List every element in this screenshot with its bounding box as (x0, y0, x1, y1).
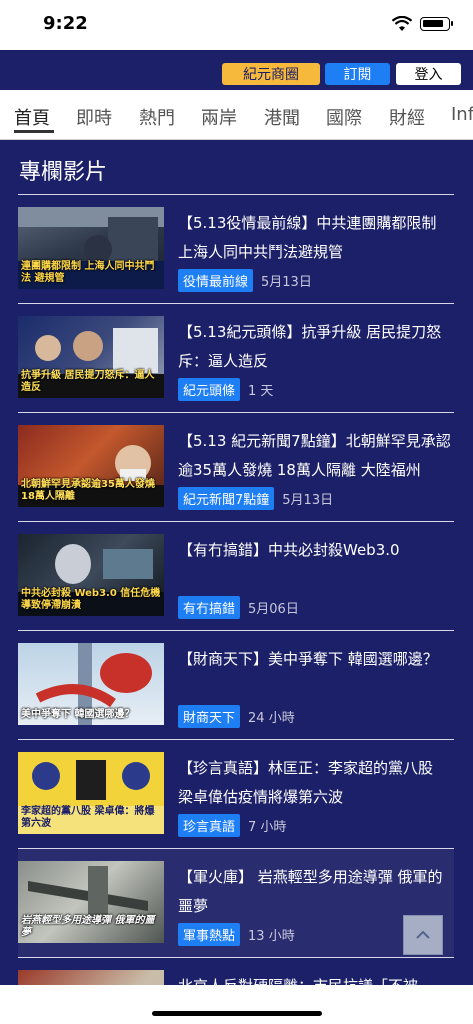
category-nav: 首頁 即時 熱門 兩岸 港聞 國際 財經 Inf (0, 90, 473, 140)
article-title[interactable]: 【5.13 紀元新聞7點鐘】北朝鮮罕見承認逾35萬人發燒 18萬人隔離 大陸福州 (178, 427, 454, 485)
login-button[interactable]: 登入 (396, 63, 461, 85)
article-meta: 珍言真語 7 小時 (178, 814, 286, 837)
thumbnail-caption: 北朝鮮罕見承認逾35萬人發燒 18萬人隔離 (21, 479, 155, 502)
video-column-section: 專欄影片 連團購都限制 上海人同中共鬥法 避規管 【5.13役情最前線】中共連團… (0, 140, 473, 985)
article-thumbnail[interactable]: 李家超的黨八股 梁卓偉：將爆第六波 (18, 752, 164, 834)
nav-tab-international[interactable]: 國際 (326, 104, 362, 130)
scroll-to-top-button[interactable] (403, 915, 443, 955)
article-card[interactable]: 北京人反對硬隔離：市民抗議「不被 (18, 958, 454, 985)
article-thumbnail[interactable]: 岩燕輕型多用途導彈 俄軍的噩夢 (18, 861, 164, 943)
article-meta: 紀元頭條 1 天 (178, 378, 273, 401)
article-date: 5月13日 (282, 493, 334, 508)
article-title[interactable]: 【有冇搞錯】中共必封殺Web3.0 (178, 536, 454, 565)
article-meta: 財商天下 24 小時 (178, 705, 295, 728)
thumbnail-caption: 連團購都限制 上海人同中共鬥法 避規管 (21, 261, 155, 284)
nav-tab-finance[interactable]: 財經 (389, 104, 425, 130)
article-meta: 紀元新聞7點鐘 5月13日 (178, 487, 333, 510)
article-card[interactable]: 李家超的黨八股 梁卓偉：將爆第六波 【珍言真語】林匡正：李家超的黨八股 梁卓偉估… (18, 740, 454, 849)
article-title[interactable]: 【珍言真語】林匡正：李家超的黨八股 梁卓偉估疫情將爆第六波 (178, 754, 454, 812)
article-date: 13 小時 (248, 929, 295, 944)
article-card[interactable]: 中共必封殺 Web3.0 信任危機導致停滯崩潰 【有冇搞錯】中共必封殺Web3.… (18, 522, 454, 631)
article-date: 5月06日 (248, 602, 299, 617)
article-meta: 軍事熱點 13 小時 (178, 923, 295, 946)
shop-button[interactable]: 紀元商圈 (222, 63, 320, 85)
thumbnail-caption: 李家超的黨八股 梁卓偉：將爆第六波 (21, 806, 155, 829)
article-meta: 役情最前線 5月13日 (178, 269, 312, 292)
article-thumbnail[interactable]: 美中爭奪下 韓國選哪邊？ (18, 643, 164, 725)
article-title[interactable]: 【財商天下】美中爭奪下 韓國選哪邊？ (178, 645, 454, 674)
article-date: 24 小時 (248, 711, 295, 726)
article-date: 7 小時 (248, 820, 287, 835)
article-thumbnail[interactable]: 北朝鮮罕見承認逾35萬人發燒 18萬人隔離 (18, 425, 164, 507)
article-tag[interactable]: 紀元新聞7點鐘 (178, 487, 275, 510)
nav-tab-home[interactable]: 首頁 (14, 104, 50, 130)
article-thumbnail[interactable]: 連團購都限制 上海人同中共鬥法 避規管 (18, 207, 164, 289)
thumbnail-caption: 岩燕輕型多用途導彈 俄軍的噩夢 (21, 915, 155, 938)
site-header: 紀元商圈 訂閱 登入 (0, 50, 473, 90)
article-card[interactable]: 抗爭升級 居民提刀怒斥：逼人造反 【5.13紀元頭條】抗爭升級 居民提刀怒斥：逼… (18, 304, 454, 413)
article-tag[interactable]: 軍事熱點 (178, 923, 241, 946)
nav-tab-hk-news[interactable]: 港聞 (264, 104, 300, 130)
thumbnail-caption: 中共必封殺 Web3.0 信任危機導致停滯崩潰 (21, 588, 161, 611)
article-title[interactable]: 北京人反對硬隔離：市民抗議「不被 (178, 972, 454, 985)
status-time: 9:22 (43, 13, 88, 34)
battery-icon (420, 17, 453, 31)
subscribe-button[interactable]: 訂閱 (325, 63, 390, 85)
chevron-up-icon (416, 930, 430, 939)
nav-tab-info[interactable]: Inf (451, 104, 473, 125)
article-thumbnail[interactable]: 抗爭升級 居民提刀怒斥：逼人造反 (18, 316, 164, 398)
article-card[interactable]: 連團購都限制 上海人同中共鬥法 避規管 【5.13役情最前線】中共連團購都限制 … (18, 195, 454, 304)
wifi-icon (392, 16, 412, 31)
nav-tab-instant[interactable]: 即時 (76, 104, 112, 130)
status-bar: 9:22 (0, 0, 473, 50)
article-date: 1 天 (248, 384, 274, 399)
article-title[interactable]: 【5.13役情最前線】中共連團購都限制 上海人同中共鬥法避規管 (178, 209, 454, 267)
article-card[interactable]: 北朝鮮罕見承認逾35萬人發燒 18萬人隔離 【5.13 紀元新聞7點鐘】北朝鮮罕… (18, 413, 454, 522)
article-card[interactable]: 岩燕輕型多用途導彈 俄軍的噩夢 【軍火庫】 岩燕輕型多用途導彈 俄軍的噩夢 軍事… (18, 849, 454, 958)
article-title[interactable]: 【5.13紀元頭條】抗爭升級 居民提刀怒斥：逼人造反 (178, 318, 454, 376)
article-thumbnail[interactable]: 中共必封殺 Web3.0 信任危機導致停滯崩潰 (18, 534, 164, 616)
article-tag[interactable]: 役情最前線 (178, 269, 254, 292)
article-card[interactable]: 美中爭奪下 韓國選哪邊？ 【財商天下】美中爭奪下 韓國選哪邊？ 財商天下 24 … (18, 631, 454, 740)
article-tag[interactable]: 紀元頭條 (178, 378, 241, 401)
article-tag[interactable]: 財商天下 (178, 705, 241, 728)
thumbnail-caption: 抗爭升級 居民提刀怒斥：逼人造反 (21, 370, 155, 393)
home-indicator[interactable] (152, 1011, 322, 1016)
nav-tab-hot[interactable]: 熱門 (139, 104, 175, 130)
thumbnail-caption: 美中爭奪下 韓國選哪邊？ (21, 709, 135, 720)
article-thumbnail[interactable] (18, 970, 164, 985)
active-tab-indicator (14, 130, 54, 133)
nav-tab-cross-strait[interactable]: 兩岸 (201, 104, 237, 130)
article-meta: 有冇搞錯 5月06日 (178, 596, 299, 619)
article-date: 5月13日 (261, 275, 312, 290)
article-tag[interactable]: 有冇搞錯 (178, 596, 241, 619)
article-tag[interactable]: 珍言真語 (178, 814, 241, 837)
home-bar-area (0, 985, 473, 1024)
section-title: 專欄影片 (19, 160, 108, 185)
article-title[interactable]: 【軍火庫】 岩燕輕型多用途導彈 俄軍的噩夢 (178, 863, 454, 921)
